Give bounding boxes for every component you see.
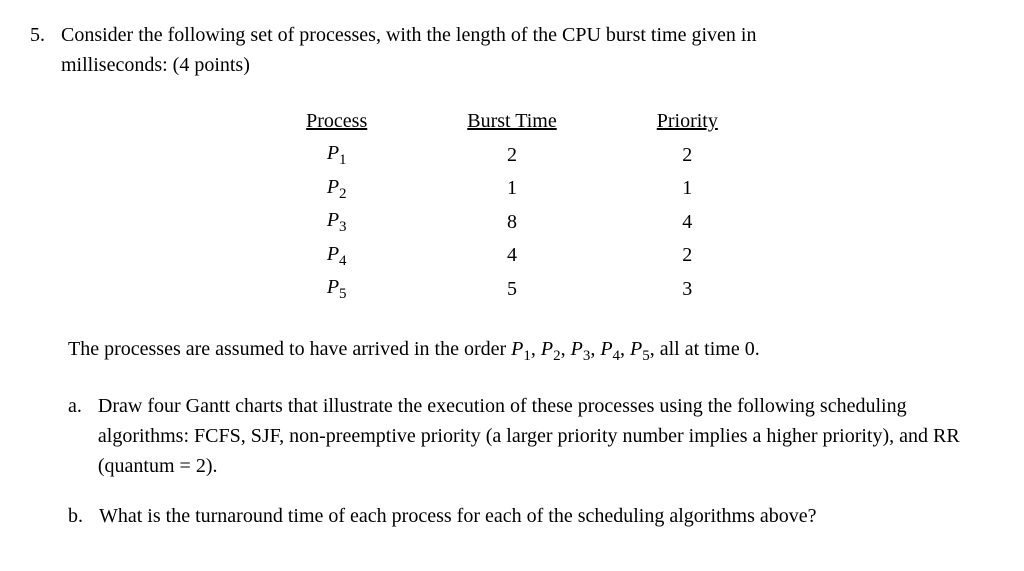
cell-process: P4 (256, 239, 417, 273)
table-header-row: Process Burst Time Priority (256, 104, 768, 138)
question-number: 5. (30, 20, 45, 80)
part-a-text: Draw four Gantt charts that illustrate t… (98, 391, 994, 481)
table-row: P5 5 3 (256, 272, 768, 306)
header-process: Process (256, 104, 417, 138)
table-row: P1 2 2 (256, 138, 768, 172)
cell-process: P2 (256, 172, 417, 206)
header-burst: Burst Time (417, 104, 606, 138)
cell-burst: 5 (417, 272, 606, 306)
part-b: b. What is the turnaround time of each p… (68, 501, 994, 531)
cell-burst: 4 (417, 239, 606, 273)
table-row: P4 4 2 (256, 239, 768, 273)
cell-burst: 2 (417, 138, 606, 172)
process-table: Process Burst Time Priority P1 2 2 P2 1 … (256, 104, 768, 306)
header-priority: Priority (607, 104, 768, 138)
table-row: P2 1 1 (256, 172, 768, 206)
question-text: Consider the following set of processes,… (61, 20, 994, 80)
cell-process: P1 (256, 138, 417, 172)
cell-process: P3 (256, 205, 417, 239)
part-b-text: What is the turnaround time of each proc… (99, 501, 817, 531)
arrival-text: The processes are assumed to have arrive… (68, 334, 994, 368)
cell-priority: 3 (607, 272, 768, 306)
part-b-letter: b. (68, 501, 83, 531)
table-row: P3 8 4 (256, 205, 768, 239)
process-table-container: Process Burst Time Priority P1 2 2 P2 1 … (30, 104, 994, 306)
cell-burst: 8 (417, 205, 606, 239)
cell-burst: 1 (417, 172, 606, 206)
question-line1: Consider the following set of processes,… (61, 24, 756, 46)
part-a: a. Draw four Gantt charts that illustrat… (68, 391, 994, 481)
cell-process: P5 (256, 272, 417, 306)
cell-priority: 4 (607, 205, 768, 239)
part-a-letter: a. (68, 391, 82, 481)
cell-priority: 2 (607, 138, 768, 172)
question-header: 5. Consider the following set of process… (30, 20, 994, 80)
cell-priority: 1 (607, 172, 768, 206)
question-line2: milliseconds: (4 points) (61, 54, 250, 76)
cell-priority: 2 (607, 239, 768, 273)
